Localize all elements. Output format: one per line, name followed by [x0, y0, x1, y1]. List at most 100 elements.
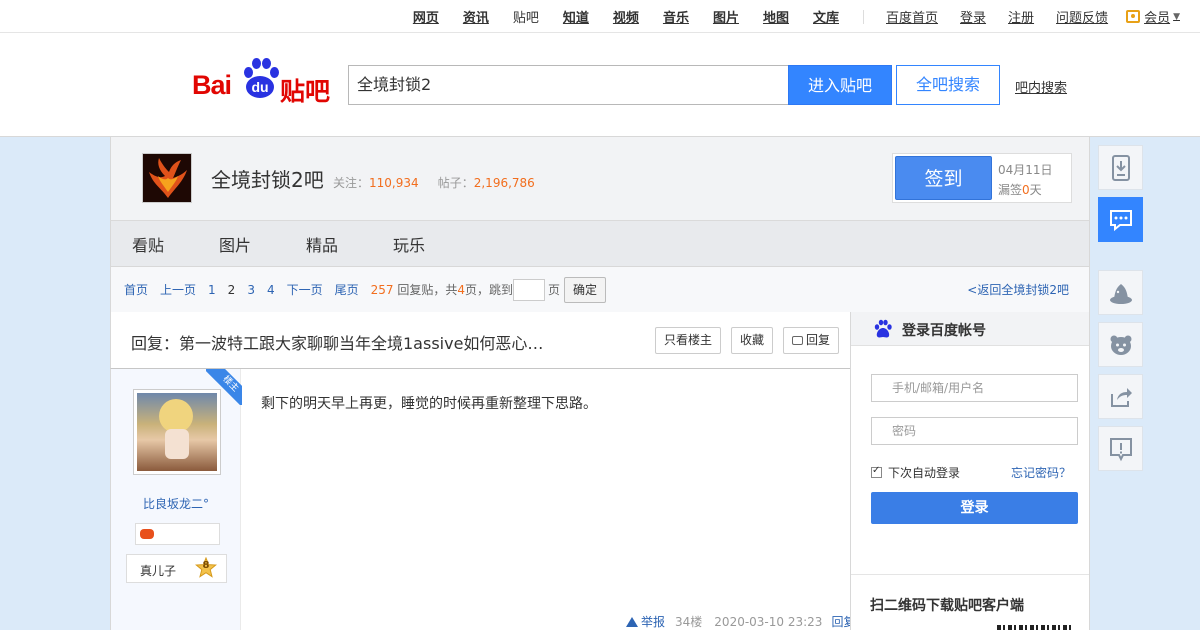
nav-link-music[interactable]: 音乐: [663, 7, 689, 26]
baidu-paw-icon: [874, 319, 892, 338]
share-button[interactable]: [1098, 374, 1143, 419]
forum-stats: 关注：110,934 帖子：2,196,786: [333, 174, 535, 191]
tab-fun[interactable]: 玩乐: [393, 232, 425, 256]
search-all-button[interactable]: 全吧搜索: [896, 65, 1000, 105]
search-input[interactable]: 全境封锁2: [348, 65, 789, 105]
page-current: 2: [227, 282, 236, 297]
page-prev-link[interactable]: 上一页: [160, 281, 196, 298]
baidu-tieba-logo[interactable]: Bai du 贴吧: [192, 54, 332, 106]
forgot-password-link[interactable]: 忘记密码？: [1011, 464, 1071, 481]
baidu-home-link[interactable]: 百度首页: [886, 7, 938, 26]
login-header: 登录百度帐号: [851, 312, 1089, 346]
level-number: 8: [202, 560, 210, 571]
baidu-paw-icon: du: [242, 58, 279, 98]
enter-tieba-button[interactable]: 进入贴吧: [788, 65, 892, 105]
back-to-forum-link[interactable]: <返回全境封锁2吧: [967, 281, 1069, 298]
page-last-link[interactable]: 尾页: [335, 281, 359, 298]
page-jump-input[interactable]: [513, 278, 546, 301]
nav-link-zhidao[interactable]: 知道: [563, 7, 589, 26]
page-first-link[interactable]: 首页: [124, 281, 148, 298]
warning-icon: [626, 617, 638, 627]
page-link-3[interactable]: 3: [247, 283, 255, 297]
page-total: 4: [457, 283, 466, 297]
nav-link-news[interactable]: 资讯: [463, 7, 489, 26]
missed-suffix: 天: [1029, 183, 1042, 197]
forum-name[interactable]: 全境封锁2吧: [211, 164, 324, 193]
level-badge[interactable]: 真儿子 8: [126, 554, 227, 583]
login-button[interactable]: 登录: [871, 492, 1078, 524]
follow-count: 110,934: [369, 176, 419, 190]
reply-count: 257: [370, 283, 394, 297]
avatar-image: [137, 393, 217, 471]
nav-link-images[interactable]: 图片: [713, 7, 739, 26]
login-title: 登录百度帐号: [902, 323, 986, 339]
avatar[interactable]: [133, 389, 221, 475]
reply-label: 回复贴，共: [397, 283, 458, 297]
member-icon: [1126, 10, 1141, 23]
gamepad-icon[interactable]: [140, 529, 154, 539]
remember-label: 下次自动登录: [888, 466, 961, 480]
login-link[interactable]: 登录: [960, 7, 986, 26]
qr-download-section: 扫二维码下载贴吧客户端: [851, 574, 1089, 630]
download-app-button[interactable]: [1098, 145, 1143, 190]
reply-icon: [792, 336, 803, 345]
reply-button[interactable]: 回复: [783, 327, 840, 354]
nav-link-video[interactable]: 视频: [613, 7, 639, 26]
search-header: Bai du 贴吧 全境封锁2 进入贴吧 全吧搜索 吧内搜索: [0, 33, 1200, 137]
nav-link-tieba[interactable]: 贴吧: [513, 7, 539, 26]
logo-suffix: 贴吧: [280, 77, 331, 106]
forum-avatar[interactable]: [142, 153, 192, 203]
message-icon: [1110, 210, 1132, 232]
register-link[interactable]: 注册: [1008, 7, 1034, 26]
page-label: 页，跳到: [465, 283, 514, 297]
tab-featured[interactable]: 精品: [306, 232, 338, 256]
bear-face-icon: [1110, 335, 1132, 355]
page-link-4[interactable]: 4: [267, 283, 275, 297]
qr-code: [997, 625, 1072, 630]
level-name: 真儿子: [140, 564, 177, 578]
nav-link-map[interactable]: 地图: [763, 7, 789, 26]
thread-title: 回复：第一波特工跟大家聊聊当年全境1assive如何恶心…: [131, 334, 544, 353]
remember-checkbox[interactable]: [871, 465, 882, 478]
nav-link-wenku[interactable]: 文库: [813, 7, 839, 26]
nav-link-web[interactable]: 网页: [413, 7, 439, 26]
checkin-button[interactable]: 签到: [895, 156, 992, 200]
user-badges: [135, 523, 220, 545]
author-column: 楼主 比良坂龙二° 真儿子 8: [111, 369, 242, 630]
password-field[interactable]: 密码: [871, 417, 1078, 445]
member-menu[interactable]: 会员 ▼: [1126, 7, 1180, 26]
tab-posts[interactable]: 看贴: [132, 232, 164, 256]
forum-tabs: 看贴 图片 精品 玩乐: [110, 220, 1090, 267]
qr-title: 扫二维码下载贴吧客户端: [870, 598, 1024, 614]
post-tail: 举报 34楼 2020-03-10 23:23 回复: [626, 613, 855, 630]
in-bar-search-link[interactable]: 吧内搜索: [1015, 77, 1067, 96]
missed-count: 0: [1022, 183, 1030, 197]
username-link[interactable]: 比良坂龙二°: [111, 495, 241, 512]
feedback-link[interactable]: 问题反馈: [1056, 7, 1108, 26]
page-unit: 页: [548, 283, 561, 297]
favorite-button[interactable]: 收藏: [731, 327, 774, 354]
chevron-down-icon: ▼: [1173, 11, 1180, 22]
message-button[interactable]: [1098, 197, 1143, 242]
post-content: 剩下的明天早上再更，睡觉的时候再重新整理下思路。: [261, 396, 597, 412]
reply-button-label: 回复: [806, 333, 831, 347]
post-header: 回复：第一波特工跟大家聊聊当年全境1assive如何恶心… 只看楼主 收藏 回复: [110, 312, 850, 369]
nav-divider: [863, 9, 864, 24]
phoenix-icon: [143, 154, 191, 202]
post-time: 2020-03-10 23:23: [714, 614, 823, 629]
forum-card: 全境封锁2吧 关注：110,934 帖子：2,196,786 签到 04月11日…: [110, 137, 1090, 220]
page-link-1[interactable]: 1: [208, 283, 216, 297]
mascot-button[interactable]: [1098, 322, 1143, 367]
tab-images[interactable]: 图片: [219, 232, 251, 256]
missed-days: 漏签0天: [998, 181, 1042, 198]
magic-tool-button[interactable]: [1098, 270, 1143, 315]
remember-me[interactable]: 下次自动登录: [871, 464, 960, 481]
feedback-button[interactable]: [1098, 426, 1143, 471]
top-navigation: 网页 资讯 贴吧 知道 视频 音乐 图片 地图 文库 百度首页 登录 注册 问题…: [0, 0, 1200, 33]
username-field[interactable]: 手机/邮箱/用户名: [871, 374, 1078, 402]
page-next-link[interactable]: 下一页: [287, 281, 323, 298]
only-owner-button[interactable]: 只看楼主: [655, 327, 722, 354]
report-link[interactable]: 举报: [626, 613, 665, 630]
page-jump-confirm-button[interactable]: 确定: [564, 276, 607, 303]
feedback-icon: [1110, 438, 1132, 462]
